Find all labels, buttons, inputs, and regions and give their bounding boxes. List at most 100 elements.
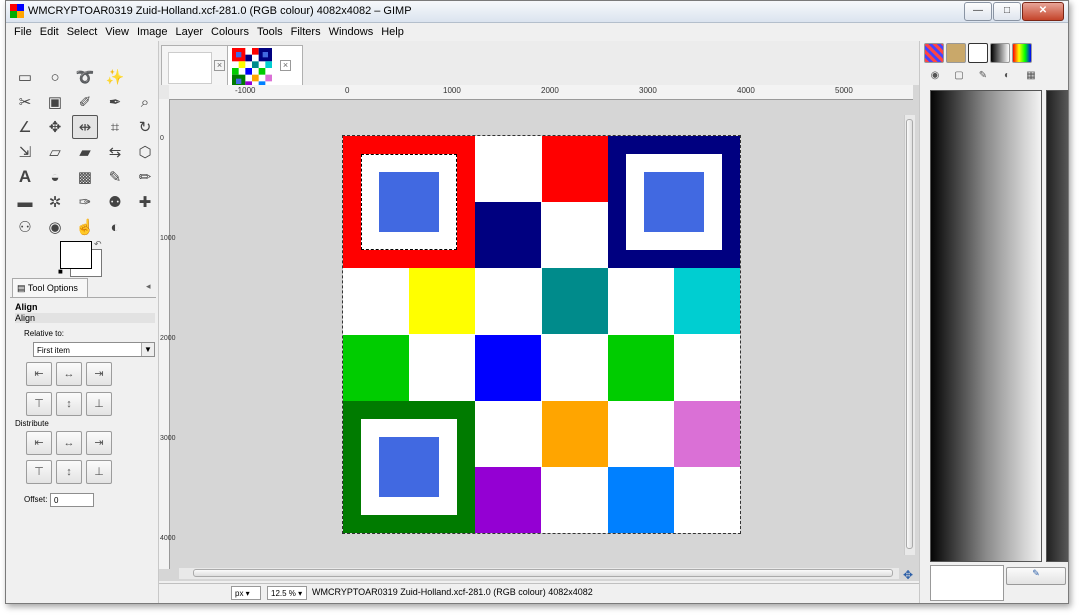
gradient-preview[interactable]	[930, 90, 1042, 562]
tool-presets-tab[interactable]	[968, 43, 988, 63]
edit-gradient-button[interactable]: ✎	[1006, 567, 1066, 585]
distribute-top-button[interactable]: ⊤	[26, 460, 52, 484]
tab-tool-options[interactable]: ▤ Tool Options	[12, 278, 88, 297]
zoom-select[interactable]: 12.5 % ▾	[267, 586, 307, 600]
text-icon[interactable]: A	[12, 165, 38, 189]
perspective-clone-icon[interactable]: ⚇	[12, 215, 38, 239]
color-picker-icon[interactable]: ✒	[102, 90, 128, 114]
dodge-burn-icon[interactable]: ◐	[102, 215, 128, 239]
cage-icon[interactable]: ⬡	[132, 140, 158, 164]
minimize-button[interactable]: —	[964, 2, 992, 21]
pencil-icon[interactable]: ✎	[102, 165, 128, 189]
scale-icon[interactable]: ⇲	[12, 140, 38, 164]
clone-icon[interactable]: ⚉	[102, 190, 128, 214]
distribute-center-button[interactable]: ↔	[56, 431, 82, 455]
patterns-tab[interactable]	[924, 43, 944, 63]
vertical-scrollbar[interactable]	[904, 115, 915, 555]
menu-windows[interactable]: Windows	[325, 23, 378, 41]
image-tab-2[interactable]: ×	[227, 45, 303, 88]
distribute-bottom-button[interactable]: ⊥	[86, 460, 112, 484]
measure-icon[interactable]: ∠	[12, 115, 38, 139]
distribute-right-button[interactable]: ⇥	[86, 431, 112, 455]
palette-icon[interactable]: ▦	[1022, 68, 1040, 84]
bucket-fill-icon[interactable]: ◒	[42, 165, 68, 189]
wilber-icon[interactable]: ◉	[926, 68, 944, 84]
menu-layer[interactable]: Layer	[172, 23, 208, 41]
menu-help[interactable]: Help	[377, 23, 408, 41]
purple-cell	[475, 466, 542, 533]
swap-colors-icon[interactable]: ↶	[94, 239, 102, 250]
align-top-button[interactable]: ⊤	[26, 392, 52, 416]
close-tab-icon[interactable]: ×	[280, 60, 291, 71]
align-right-button[interactable]: ⇥	[86, 362, 112, 386]
rect-select-icon[interactable]: ▭	[12, 65, 38, 89]
title-bar: WMCRYPTOAR0319 Zuid-Holland.xcf-281.0 (R…	[6, 1, 1068, 23]
ink-icon[interactable]: ✑	[72, 190, 98, 214]
perspective-icon[interactable]: ▰	[72, 140, 98, 164]
palettes-tab[interactable]	[1012, 43, 1032, 63]
airbrush-icon[interactable]: ✲	[42, 190, 68, 214]
unit-select[interactable]: px ▾	[231, 586, 261, 600]
crop-icon[interactable]: ⌗	[102, 115, 128, 139]
offset-spinner[interactable]: 0	[50, 493, 94, 507]
align-icon[interactable]: ⇹	[72, 115, 98, 139]
distribute-middle-button[interactable]: ↕	[56, 460, 82, 484]
menu-file[interactable]: File	[10, 23, 36, 41]
align-bottom-button[interactable]: ⊥	[86, 392, 112, 416]
menu-colours[interactable]: Colours	[207, 23, 253, 41]
shear-icon[interactable]: ▱	[42, 140, 68, 164]
chevron-down-icon[interactable]: ▼	[141, 343, 154, 356]
image-canvas[interactable]	[342, 135, 741, 534]
ruler-label: 3000	[639, 86, 657, 95]
move-icon[interactable]: ✥	[42, 115, 68, 139]
horizontal-scrollbar[interactable]	[179, 568, 899, 579]
relative-to-select[interactable]: First item ▼	[33, 342, 155, 357]
menu-select[interactable]: Select	[63, 23, 102, 41]
gradients-tab[interactable]	[990, 43, 1010, 63]
color-wheel-icon[interactable]: ◐	[998, 68, 1016, 84]
menu-view[interactable]: View	[101, 23, 133, 41]
align-left-button[interactable]: ⇤	[26, 362, 52, 386]
paths-icon[interactable]: ✐	[72, 90, 98, 114]
panel-menu-icon[interactable]: ◂	[146, 281, 151, 292]
menu-edit[interactable]: Edit	[36, 23, 63, 41]
eraser-icon[interactable]: ▬	[12, 190, 38, 214]
by-color-select-icon[interactable]: ▣	[42, 90, 68, 114]
default-colors-icon[interactable]: ■	[58, 267, 63, 276]
brush-icon[interactable]: ✎	[974, 68, 992, 84]
heal-icon[interactable]: ✚	[132, 190, 158, 214]
image-tab-1[interactable]: ×	[161, 45, 237, 86]
zoom-icon[interactable]: ⌕	[132, 90, 158, 114]
rotate-icon[interactable]: ↻	[132, 115, 158, 139]
vertical-ruler[interactable]: 0 1000 2000 3000 4000	[159, 99, 176, 569]
vertical-scroll-thumb[interactable]	[906, 119, 913, 549]
menu-filters[interactable]: Filters	[287, 23, 325, 41]
align-middle-button[interactable]: ↕	[56, 392, 82, 416]
smudge-icon[interactable]: ☝	[72, 215, 98, 239]
horizontal-scroll-thumb[interactable]	[193, 569, 893, 577]
lasso-icon[interactable]: ➰	[72, 65, 98, 89]
close-tab-icon[interactable]: ×	[214, 60, 225, 71]
brushes-tab[interactable]	[946, 43, 966, 63]
fg-bg-colors[interactable]: ■ ↶	[58, 239, 106, 279]
maximize-button[interactable]: □	[993, 2, 1021, 21]
stamp-icon[interactable]: ▢	[950, 68, 968, 84]
horizontal-ruler[interactable]: -1000 0 1000 2000 3000 4000 5000	[169, 85, 913, 100]
gradient-list-scroll[interactable]	[1046, 90, 1068, 562]
navigate-icon[interactable]: ✥	[903, 568, 913, 582]
close-button[interactable]: ✕	[1022, 2, 1064, 21]
dock-preview-box	[930, 565, 1004, 601]
fuzzy-select-icon[interactable]: ✨	[102, 65, 128, 89]
align-center-button[interactable]: ↔	[56, 362, 82, 386]
menu-image[interactable]: Image	[133, 23, 172, 41]
distribute-left-button[interactable]: ⇤	[26, 431, 52, 455]
blend-icon[interactable]: ▩	[72, 165, 98, 189]
menu-tools[interactable]: Tools	[253, 23, 287, 41]
scissors-icon[interactable]: ✂	[12, 90, 38, 114]
blur-icon[interactable]: ◉	[42, 215, 68, 239]
paintbrush-icon[interactable]: ✏	[132, 165, 158, 189]
canvas-area[interactable]: -1000 0 1000 2000 3000 4000 5000 0 1000 …	[159, 85, 919, 582]
ellipse-select-icon[interactable]: ○	[42, 65, 68, 89]
flip-icon[interactable]: ⇆	[102, 140, 128, 164]
foreground-color-swatch[interactable]	[60, 241, 92, 269]
